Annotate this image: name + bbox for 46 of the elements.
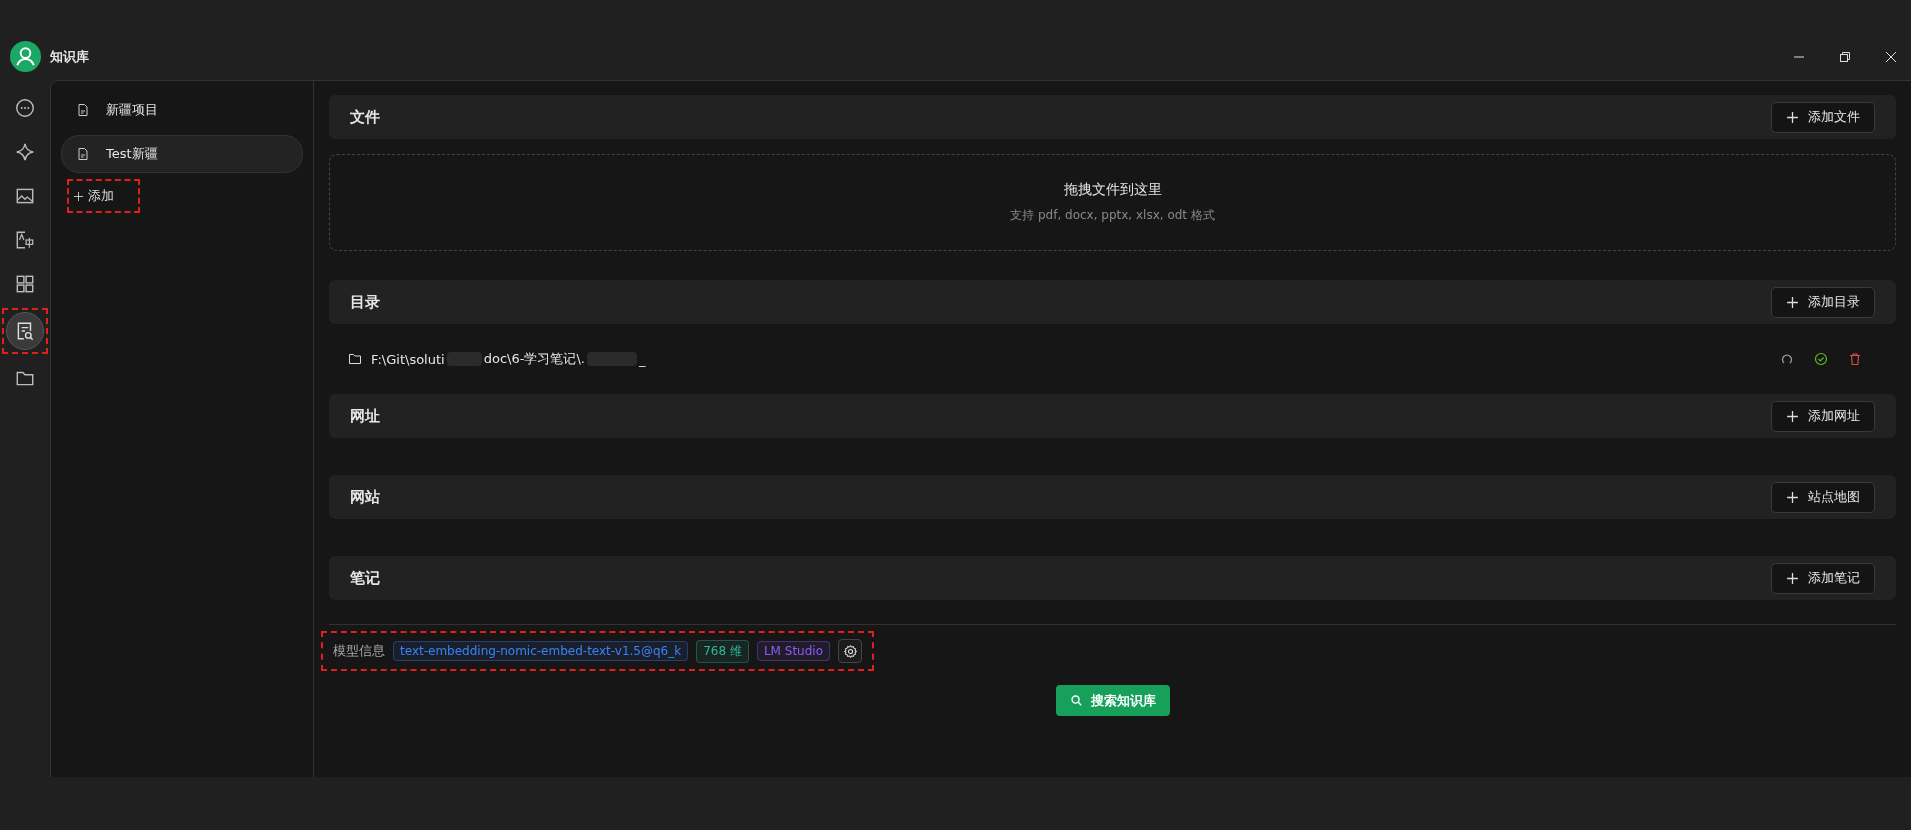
document-icon <box>76 147 90 161</box>
add-knowledge-base-button[interactable]: 添加 <box>71 187 116 205</box>
file-drop-zone[interactable]: 拖拽文件到这里 支持 pdf, docx, pptx, xlsx, odt 格式 <box>329 154 1896 251</box>
add-button[interactable]: 添加笔记 <box>1771 562 1875 594</box>
model-tag: text-embedding-nomic-embed-text-v1.5@q6_k <box>393 641 689 661</box>
avatar-icon[interactable] <box>10 41 41 72</box>
add-button[interactable]: 添加文件 <box>1771 101 1875 133</box>
section-title: 目录 <box>350 292 380 312</box>
window-title: 知识库 <box>50 47 89 66</box>
model-tag: LM Studio <box>756 641 830 661</box>
directory-path: doc\6-学习笔记\. <box>483 350 585 368</box>
grid-icon <box>14 273 36 295</box>
drop-zone-title: 拖拽文件到这里 <box>1063 181 1162 199</box>
drop-zone-hint: 支持 pdf, docx, pptx, xlsx, odt 格式 <box>1010 207 1215 224</box>
document-icon <box>76 103 90 117</box>
check-circle-icon <box>1814 352 1828 366</box>
add-button[interactable]: 添加目录 <box>1771 286 1875 318</box>
section-title: 文件 <box>350 107 380 127</box>
section-title: 网站 <box>350 487 380 507</box>
restore-icon[interactable] <box>1839 51 1851 63</box>
plus-icon <box>73 190 84 202</box>
chat-bubble-icon <box>14 97 36 119</box>
directory-path: _ <box>638 351 646 367</box>
search-icon <box>1069 694 1083 707</box>
refresh-icon[interactable] <box>1780 352 1794 366</box>
sparkle-icon <box>14 141 36 163</box>
settings-button[interactable] <box>838 639 862 663</box>
add-button[interactable]: 添加网址 <box>1771 400 1875 432</box>
model-info-label: 模型信息 <box>333 642 385 660</box>
section-title: 网址 <box>350 406 380 426</box>
plus-icon <box>1786 295 1799 309</box>
plus-icon <box>1786 571 1799 585</box>
knowledge-base-item[interactable]: 新疆项目 <box>61 91 303 129</box>
directory-path: F:\Git\soluti <box>371 351 445 367</box>
translate-icon <box>14 229 36 251</box>
settings-icon <box>842 643 858 659</box>
close-icon[interactable] <box>1885 51 1897 63</box>
folder-icon <box>348 352 362 366</box>
plus-icon <box>1786 110 1799 124</box>
knowledge-base-item[interactable]: Test新疆 <box>61 135 303 173</box>
plus-icon <box>1786 409 1799 423</box>
trash-icon[interactable] <box>1848 352 1862 366</box>
add-button[interactable]: 站点地图 <box>1771 481 1875 513</box>
model-tag: 768 维 <box>696 639 749 663</box>
plus-icon <box>1786 490 1799 504</box>
section-title: 笔记 <box>350 568 380 588</box>
